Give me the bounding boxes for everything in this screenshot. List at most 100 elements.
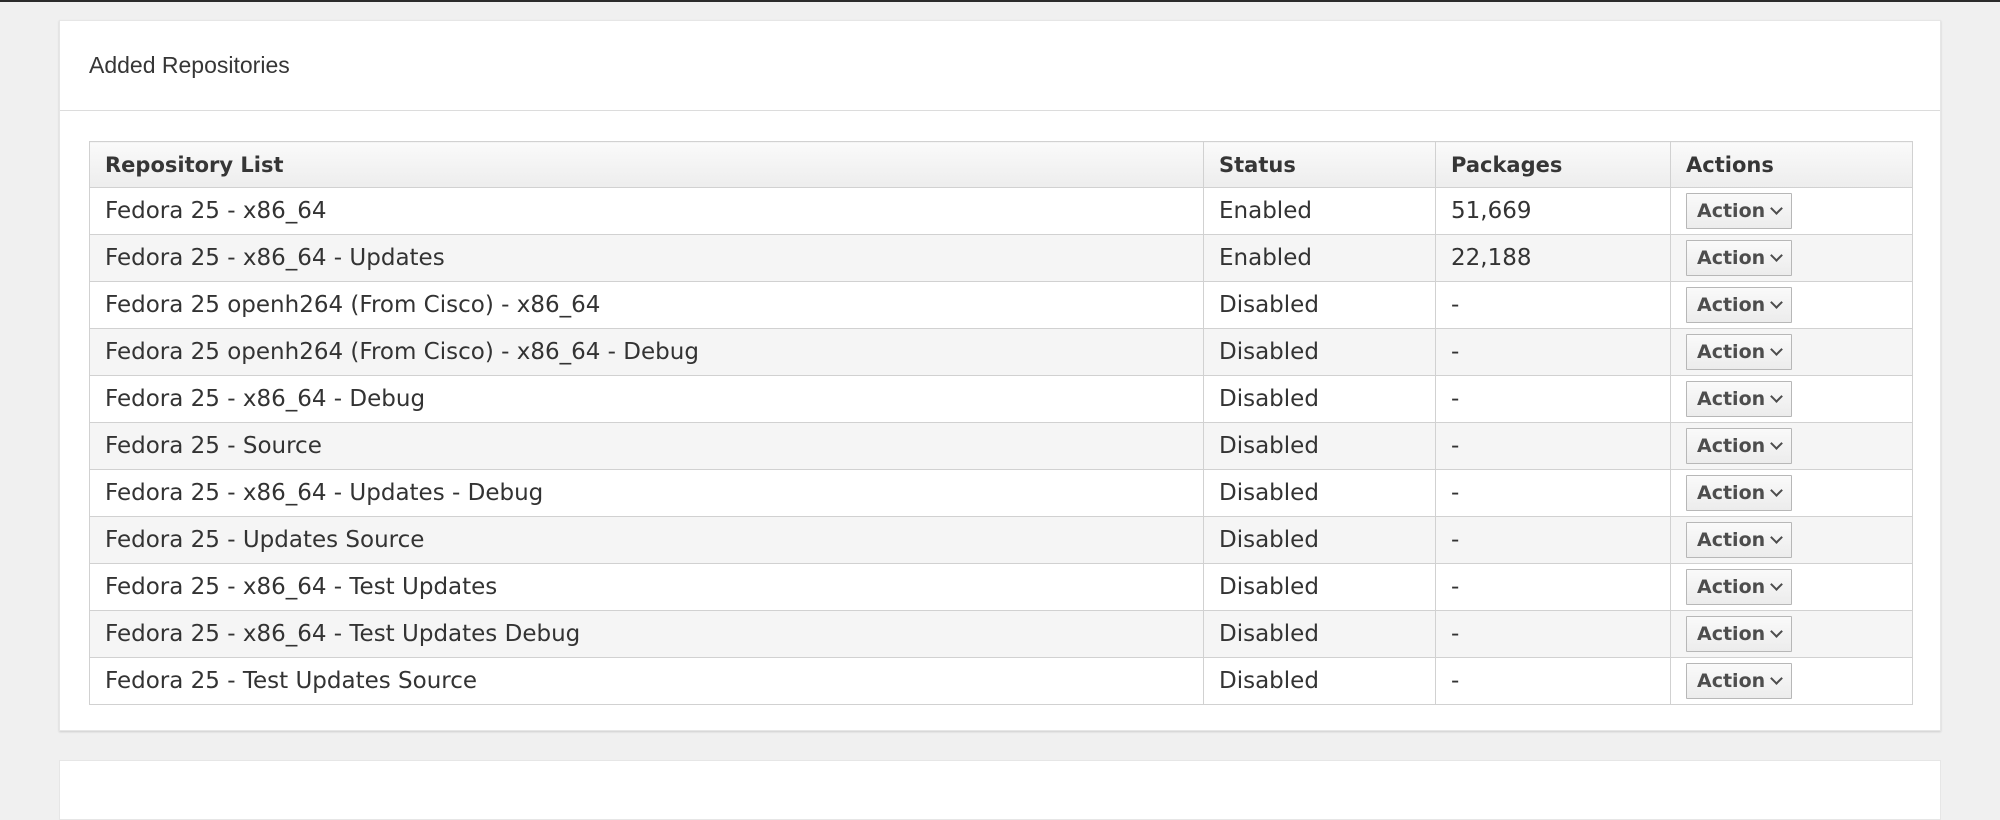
action-button-label: Action	[1697, 435, 1766, 457]
table-row: Fedora 25 - x86_64 - Updates Enabled 22,18…	[89, 234, 1913, 282]
repository-actions-cell: Action	[1670, 328, 1913, 376]
action-button-label: Action	[1697, 670, 1766, 692]
action-dropdown-button[interactable]: Action	[1686, 428, 1793, 464]
action-button-label: Action	[1697, 482, 1766, 504]
action-button-label: Action	[1697, 388, 1766, 410]
repository-table-wrapper: Repository List Status Packages Actions …	[89, 141, 1913, 705]
table-row: Fedora 25 openh264 (From Cisco) - x86_64…	[89, 281, 1913, 329]
action-button-label: Action	[1697, 529, 1766, 551]
added-repositories-panel: Added Repositories Repository List Statu…	[59, 20, 1941, 731]
repository-actions-cell: Action	[1670, 469, 1913, 517]
chevron-down-icon	[1770, 484, 1784, 497]
repository-packages-cell: 51,669	[1435, 187, 1671, 235]
repository-name-cell: Fedora 25 openh264 (From Cisco) - x86_64	[89, 281, 1204, 329]
repository-name-cell: Fedora 25 - x86_64 - Test Updates	[89, 563, 1204, 611]
action-button-label: Action	[1697, 623, 1766, 645]
repository-actions-cell: Action	[1670, 187, 1913, 235]
repository-status-cell: Disabled	[1203, 328, 1436, 376]
next-panel	[59, 760, 1941, 820]
repository-status-cell: Disabled	[1203, 422, 1436, 470]
window-top-border	[0, 0, 2000, 2]
repository-name-cell: Fedora 25 - x86_64 - Debug	[89, 375, 1204, 423]
table-row: Fedora 25 openh264 (From Cisco) - x86_64…	[89, 328, 1913, 376]
action-dropdown-button[interactable]: Action	[1686, 663, 1793, 699]
repository-name-cell: Fedora 25 - x86_64 - Updates	[89, 234, 1204, 282]
repository-name-cell: Fedora 25 - Updates Source	[89, 516, 1204, 564]
repository-actions-cell: Action	[1670, 234, 1913, 282]
chevron-down-icon	[1770, 390, 1784, 403]
chevron-down-icon	[1770, 343, 1784, 356]
repository-packages-cell: -	[1435, 422, 1671, 470]
column-header-actions: Actions	[1670, 141, 1913, 188]
table-row: Fedora 25 - x86_64 Enabled 51,669 Action	[89, 187, 1913, 235]
table-row: Fedora 25 - x86_64 - Test Updates Disable…	[89, 563, 1913, 611]
repository-name-cell: Fedora 25 - Test Updates Source	[89, 657, 1204, 705]
table-row: Fedora 25 - Source Disabled - Action	[89, 422, 1913, 470]
chevron-down-icon	[1770, 578, 1784, 591]
action-dropdown-button[interactable]: Action	[1686, 522, 1793, 558]
chevron-down-icon	[1770, 296, 1784, 309]
repository-packages-cell: -	[1435, 328, 1671, 376]
panel-title: Added Repositories	[89, 52, 290, 78]
repository-actions-cell: Action	[1670, 375, 1913, 423]
table-header-row: Repository List Status Packages Actions	[89, 141, 1913, 188]
action-dropdown-button[interactable]: Action	[1686, 193, 1793, 229]
table-row: Fedora 25 - x86_64 - Debug Disabled - Actio…	[89, 375, 1913, 423]
repository-status-cell: Disabled	[1203, 657, 1436, 705]
repository-status-cell: Disabled	[1203, 469, 1436, 517]
repository-packages-cell: -	[1435, 469, 1671, 517]
repository-actions-cell: Action	[1670, 610, 1913, 658]
repository-status-cell: Disabled	[1203, 281, 1436, 329]
repository-packages-cell: -	[1435, 563, 1671, 611]
chevron-down-icon	[1770, 202, 1784, 215]
repository-packages-cell: -	[1435, 375, 1671, 423]
action-button-label: Action	[1697, 576, 1766, 598]
chevron-down-icon	[1770, 249, 1784, 262]
column-header-status: Status	[1203, 141, 1436, 188]
action-button-label: Action	[1697, 247, 1766, 269]
column-header-packages: Packages	[1435, 141, 1671, 188]
panel-header: Added Repositories	[60, 21, 1940, 111]
chevron-down-icon	[1770, 531, 1784, 544]
repository-table: Repository List Status Packages Actions …	[89, 141, 1913, 705]
repository-packages-cell: -	[1435, 516, 1671, 564]
repository-status-cell: Enabled	[1203, 187, 1436, 235]
action-dropdown-button[interactable]: Action	[1686, 569, 1793, 605]
action-dropdown-button[interactable]: Action	[1686, 616, 1793, 652]
repository-table-body: Fedora 25 - x86_64 Enabled 51,669 Action Fed…	[89, 187, 1913, 705]
repository-actions-cell: Action	[1670, 657, 1913, 705]
repository-status-cell: Disabled	[1203, 375, 1436, 423]
repository-packages-cell: -	[1435, 657, 1671, 705]
repository-actions-cell: Action	[1670, 422, 1913, 470]
repository-packages-cell: -	[1435, 610, 1671, 658]
repository-name-cell: Fedora 25 openh264 (From Cisco) - x86_64…	[89, 328, 1204, 376]
action-dropdown-button[interactable]: Action	[1686, 287, 1793, 323]
repository-actions-cell: Action	[1670, 281, 1913, 329]
repository-name-cell: Fedora 25 - Source	[89, 422, 1204, 470]
repository-name-cell: Fedora 25 - x86_64 - Updates - Debug	[89, 469, 1204, 517]
action-dropdown-button[interactable]: Action	[1686, 240, 1793, 276]
table-row: Fedora 25 - Test Updates Source Disabled -…	[89, 657, 1913, 705]
action-dropdown-button[interactable]: Action	[1686, 475, 1793, 511]
repository-packages-cell: 22,188	[1435, 234, 1671, 282]
chevron-down-icon	[1770, 672, 1784, 685]
table-row: Fedora 25 - Updates Source Disabled - Actio…	[89, 516, 1913, 564]
table-row: Fedora 25 - x86_64 - Test Updates Debug D…	[89, 610, 1913, 658]
table-row: Fedora 25 - x86_64 - Updates - Debug Disa…	[89, 469, 1913, 517]
repository-name-cell: Fedora 25 - x86_64	[89, 187, 1204, 235]
repository-packages-cell: -	[1435, 281, 1671, 329]
repository-actions-cell: Action	[1670, 563, 1913, 611]
chevron-down-icon	[1770, 625, 1784, 638]
repository-status-cell: Enabled	[1203, 234, 1436, 282]
action-button-label: Action	[1697, 294, 1766, 316]
action-dropdown-button[interactable]: Action	[1686, 381, 1793, 417]
chevron-down-icon	[1770, 437, 1784, 450]
action-button-label: Action	[1697, 341, 1766, 363]
action-button-label: Action	[1697, 200, 1766, 222]
action-dropdown-button[interactable]: Action	[1686, 334, 1793, 370]
repository-status-cell: Disabled	[1203, 516, 1436, 564]
column-header-repository-list: Repository List	[89, 141, 1204, 188]
repository-status-cell: Disabled	[1203, 563, 1436, 611]
repository-status-cell: Disabled	[1203, 610, 1436, 658]
repository-name-cell: Fedora 25 - x86_64 - Test Updates Debug	[89, 610, 1204, 658]
